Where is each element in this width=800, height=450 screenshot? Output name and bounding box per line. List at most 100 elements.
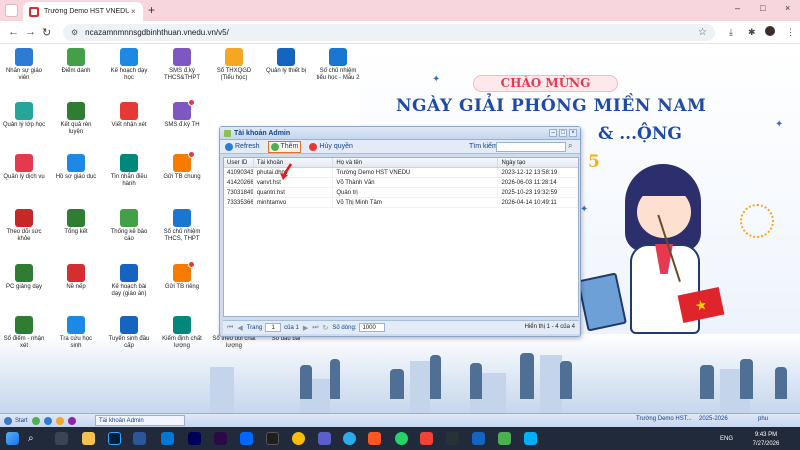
prev-page-icon[interactable]: ◀	[237, 324, 242, 332]
browser-menu-icon[interactable]: ⋮	[786, 27, 795, 38]
add-button[interactable]: Thêm	[267, 140, 302, 153]
new-tab-button[interactable]: +	[148, 3, 155, 17]
desktop-icon[interactable]: Gửi TB riêng	[160, 261, 204, 291]
reload-icon[interactable]: ↻	[42, 26, 51, 39]
site-info-icon[interactable]: ⚙	[71, 28, 78, 37]
search-input[interactable]	[496, 142, 566, 152]
task-view-icon[interactable]	[55, 432, 68, 445]
search-icon[interactable]: ⌕	[568, 141, 572, 151]
desktop-icon[interactable]: Điểm danh	[54, 48, 98, 75]
whatsapp-icon[interactable]	[395, 432, 408, 445]
photoshop-icon[interactable]	[108, 432, 121, 445]
word-icon[interactable]	[133, 432, 146, 445]
desktop-icon[interactable]: Tra cứu học sinh	[54, 316, 98, 350]
input-language[interactable]: ENG	[720, 436, 733, 442]
first-page-icon[interactable]: ⏮	[227, 324, 233, 332]
window-close-button[interactable]: ×	[569, 129, 577, 137]
premiere-icon[interactable]	[214, 432, 227, 445]
window-minimize-button[interactable]: –	[549, 129, 557, 137]
app-icon[interactable]	[498, 432, 511, 445]
column-header-created-date[interactable]: Ngày tạo	[498, 158, 578, 167]
window-titlebar[interactable]: Tài khoản Admin – □ ×	[220, 127, 580, 140]
desktop-icon[interactable]: PC giảng dạy	[2, 264, 46, 291]
desktop-icon[interactable]: Số chủ nhiệm tiểu học - Mẫu 2	[316, 48, 360, 82]
desktop-icon[interactable]: SMS đ.ký THCS&THPT	[160, 48, 204, 82]
close-window-button[interactable]: ×	[785, 3, 790, 13]
refresh-button[interactable]: Refresh	[223, 142, 262, 152]
revoke-button[interactable]: Hủy quyền	[307, 142, 354, 152]
desktop-icon[interactable]: Kế hoạch bài dạy (giáo án)	[107, 264, 151, 298]
teams-icon[interactable]	[318, 432, 331, 445]
desktop-icon[interactable]: Tin nhắn điều hành	[107, 154, 151, 188]
user-menu[interactable]: phu	[758, 416, 768, 422]
table-row[interactable]: 73335366...minhtamvoVõ Thị Minh Tâm2026-…	[224, 198, 578, 208]
desktop-icon[interactable]: Kết quả rèn luyện	[54, 102, 98, 136]
tab-search-icon[interactable]	[5, 4, 18, 17]
desktop-icon[interactable]: Theo dõi sức khỏe	[2, 209, 46, 243]
maximize-button[interactable]: □	[760, 3, 765, 13]
column-header-user-id[interactable]: User ID	[224, 158, 254, 167]
desktop-icon[interactable]: Nhân sự giáo viên	[2, 48, 46, 82]
windows-start-icon[interactable]	[6, 432, 19, 445]
desktop-icon[interactable]: Thống kê báo cáo	[107, 209, 151, 243]
table-row[interactable]: 41090343...phutai.dhnvTrường Demo HST VN…	[224, 168, 578, 178]
quick-launch-icon[interactable]	[31, 416, 40, 425]
next-page-icon[interactable]: ▶	[303, 324, 308, 332]
os-search-icon[interactable]: ⌕	[28, 433, 34, 444]
clock[interactable]: 9:43 PM 7/27/2026	[744, 431, 788, 449]
window-maximize-button[interactable]: □	[559, 129, 567, 137]
desktop-icon[interactable]: Tổng kết	[54, 209, 98, 236]
desktop-icon[interactable]: Quản lý thiết bị	[264, 48, 308, 75]
file-explorer-icon[interactable]	[82, 432, 95, 445]
desktop-icon[interactable]: Hồ sơ giáo dục	[54, 154, 98, 181]
school-selector[interactable]: Trường Demo HST...	[636, 416, 692, 422]
desktop-icon[interactable]: Gửi TB chung	[160, 151, 204, 181]
page-number-input[interactable]: 1	[265, 323, 282, 332]
desktop-icon[interactable]: Tuyển sinh đầu cấp	[107, 316, 151, 350]
app-icon[interactable]	[472, 432, 485, 445]
chrome-icon[interactable]	[292, 432, 305, 445]
table-row[interactable]: 73031849...quantri.hstQuản trị2025-10-23…	[224, 188, 578, 198]
back-icon[interactable]: ←	[8, 26, 19, 38]
desktop-icon[interactable]: Quản lý dịch vụ	[2, 154, 46, 181]
quick-launch-icon[interactable]	[55, 416, 64, 425]
quick-launch-icon[interactable]	[43, 416, 52, 425]
desktop-icon[interactable]: Kế hoạch dạy học	[107, 48, 151, 82]
tab-close-icon[interactable]: ×	[131, 7, 136, 16]
profile-avatar[interactable]	[765, 26, 775, 36]
school-year-selector[interactable]: 2025-2026	[699, 416, 728, 422]
minimize-button[interactable]: –	[735, 3, 740, 13]
desktop-icon[interactable]: Viết nhận xét	[107, 102, 151, 129]
app-start-button[interactable]: Start	[0, 416, 80, 425]
app-icon[interactable]	[368, 432, 381, 445]
desktop-icon[interactable]: SMS đ.ký TH	[160, 99, 204, 129]
admin-accounts-window[interactable]: Tài khoản Admin – □ × Refresh Thêm Hủy q…	[219, 126, 581, 337]
desktop-icon[interactable]: Nề nếp	[54, 264, 98, 291]
telegram-icon[interactable]	[343, 432, 356, 445]
capcut-icon[interactable]	[266, 432, 279, 445]
desktop-icon[interactable]: Sổ THXQGD (Tiểu học)	[212, 48, 256, 82]
bookmark-star-icon[interactable]: ☆	[698, 27, 707, 38]
table-row[interactable]: 41420266...vanvt.hstVõ Thành Văn2026-06-…	[224, 178, 578, 188]
last-page-icon[interactable]: ⏭	[312, 324, 318, 332]
column-header-full-name[interactable]: Họ và tên	[333, 158, 499, 167]
desktop-icon[interactable]: Quản lý lớp học	[2, 102, 46, 129]
taskbar-window-item[interactable]: Tài khoản Admin	[95, 415, 185, 426]
app-icon[interactable]	[524, 432, 537, 445]
edge-icon[interactable]	[161, 432, 174, 445]
rows-per-page-select[interactable]: 1000	[359, 323, 386, 332]
column-header-account[interactable]: Tài khoản	[254, 158, 334, 167]
refresh-page-icon[interactable]: ↻	[323, 324, 329, 332]
download-icon[interactable]: ⤓	[729, 27, 733, 38]
extensions-icon[interactable]: ✱	[748, 27, 756, 38]
after-effects-icon[interactable]	[188, 432, 201, 445]
desktop-icon[interactable]: Sổ chủ nhiệm THCS, THPT	[160, 209, 204, 243]
desktop-icon[interactable]: Sổ điểm - nhận xét	[2, 316, 46, 350]
zalo-icon[interactable]	[240, 432, 253, 445]
quick-launch-icon[interactable]	[67, 416, 76, 425]
clapper-icon[interactable]	[446, 432, 459, 445]
forward-icon[interactable]: →	[25, 26, 36, 38]
desktop-icon[interactable]: Kiểm định chất lượng	[160, 316, 204, 350]
browser-tab[interactable]: Trường Demo HST VNEDU - Liê ×	[23, 2, 143, 21]
app-icon[interactable]	[420, 432, 433, 445]
